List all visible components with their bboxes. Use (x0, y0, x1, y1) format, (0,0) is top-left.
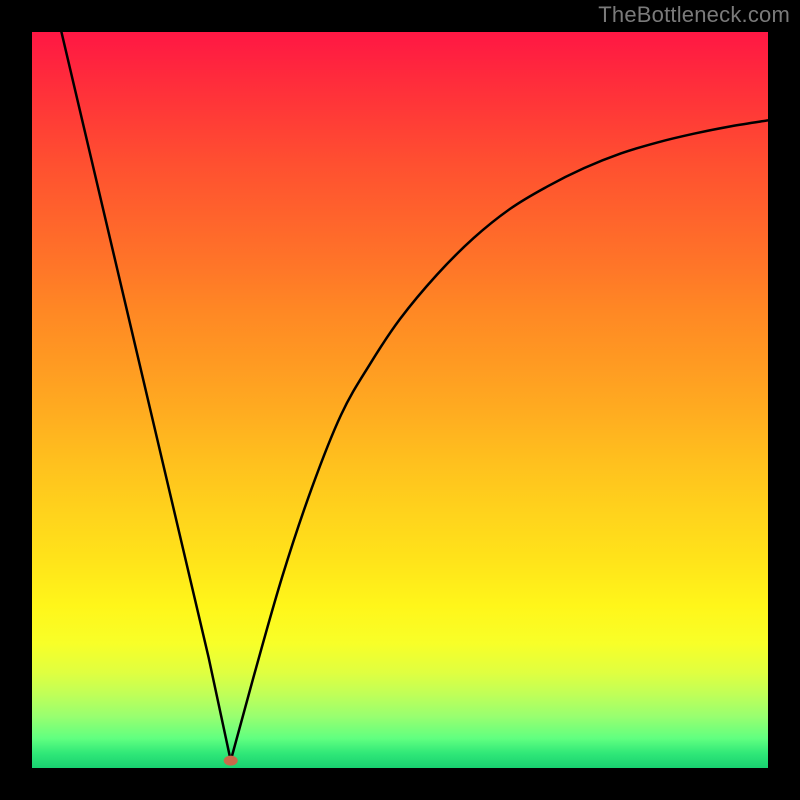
curve-layer (32, 32, 768, 768)
plot-area (32, 32, 768, 768)
chart-container: TheBottleneck.com (0, 0, 800, 800)
attribution-label: TheBottleneck.com (598, 2, 790, 28)
curve-right-segment (231, 120, 768, 760)
curve-left-segment (61, 32, 230, 761)
minimum-marker (224, 756, 238, 766)
